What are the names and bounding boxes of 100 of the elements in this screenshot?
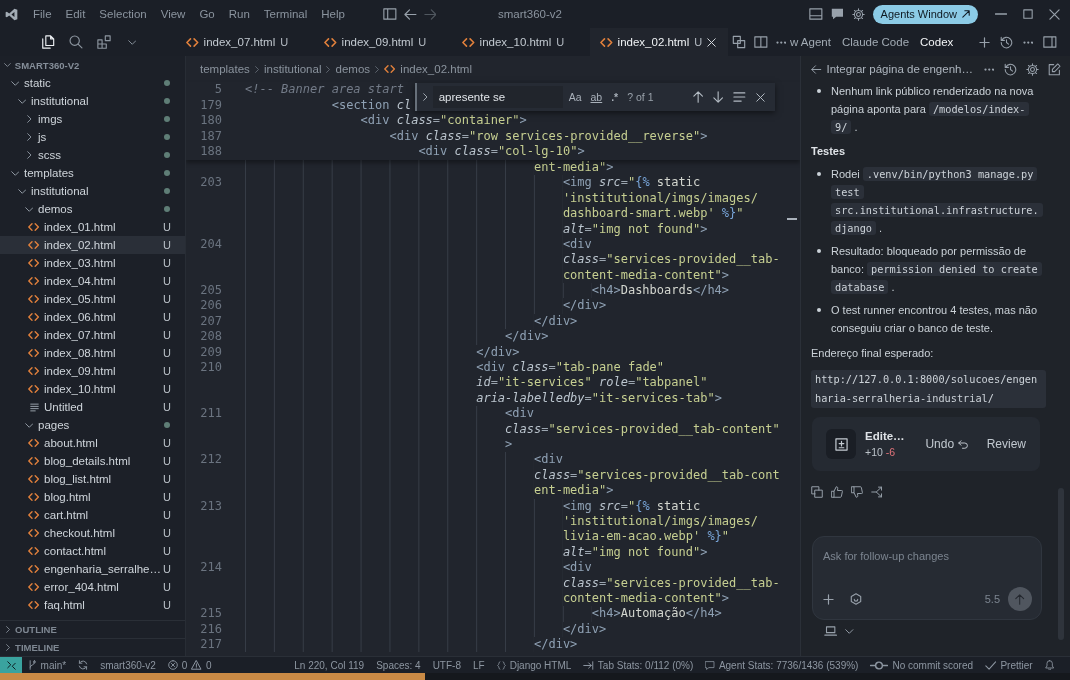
chevron-right-icon[interactable] — [423, 93, 428, 101]
status-item[interactable]: UTF-8 — [426, 659, 467, 671]
regex-toggle[interactable]: .* — [608, 90, 622, 104]
plus-icon[interactable] — [978, 36, 990, 48]
more-icon[interactable] — [775, 40, 787, 44]
commit-status[interactable]: No commit scored — [864, 659, 979, 671]
status-item[interactable]: smart360-v2 — [94, 659, 162, 671]
tree-item[interactable]: templates — [0, 164, 185, 182]
history-icon[interactable] — [1004, 62, 1018, 76]
tree-item[interactable]: index_10.html U — [0, 380, 185, 398]
chevron-down-icon[interactable] — [845, 628, 854, 634]
tree-item[interactable]: index_04.html U — [0, 272, 185, 290]
close-icon[interactable] — [1049, 8, 1060, 20]
copy-icon[interactable] — [811, 486, 823, 498]
breadcrumb-item[interactable]: demos — [335, 63, 371, 75]
panel-tab[interactable]: Codex — [920, 36, 954, 48]
status-item[interactable]: Ln 220, Col 119 — [288, 659, 371, 671]
tree-item[interactable]: cart.html U — [0, 506, 185, 524]
whole-word-toggle[interactable]: ab — [587, 90, 606, 104]
tree-item[interactable]: index_08.html U — [0, 344, 185, 362]
search-icon[interactable] — [69, 35, 83, 49]
chevron-down-icon[interactable] — [127, 39, 137, 45]
tree-item[interactable]: blog.html U — [0, 488, 185, 506]
prettier-status[interactable]: Prettier — [979, 659, 1039, 671]
close-icon[interactable] — [756, 92, 765, 102]
laptop-icon[interactable] — [824, 626, 838, 636]
menu-item[interactable]: View — [153, 8, 193, 20]
panel-toggle-icon[interactable] — [1043, 36, 1057, 48]
review-button[interactable]: Review — [980, 431, 1032, 457]
tree-item[interactable]: js — [0, 128, 185, 146]
hexagon-icon[interactable] — [850, 593, 862, 605]
menu-item[interactable]: Edit — [58, 8, 93, 20]
panel-tab[interactable]: w Agent — [790, 36, 831, 48]
edit-icon[interactable] — [1048, 62, 1062, 76]
tree-item[interactable]: imgs — [0, 110, 185, 128]
tree-item[interactable]: index_02.html U — [0, 236, 185, 254]
settings-icon[interactable] — [1026, 62, 1040, 76]
tree-item[interactable]: error_404.html U — [0, 578, 185, 596]
tab-stats-status[interactable]: Tab Stats: 0/112 (0%) — [577, 659, 700, 671]
settings-icon[interactable] — [851, 7, 865, 21]
tree-item[interactable]: contact.html U — [0, 542, 185, 560]
bell-icon[interactable] — [1044, 660, 1054, 670]
sidebar-toggle-icon[interactable] — [383, 8, 397, 20]
back-arrow-icon[interactable] — [403, 8, 417, 20]
split-editor-icon[interactable] — [754, 36, 768, 48]
model-label[interactable]: 5.5 — [984, 590, 1000, 608]
tree-item[interactable]: index_01.html U — [0, 218, 185, 236]
breadcrumb-item[interactable]: templates — [200, 63, 250, 75]
tree-item[interactable]: index_06.html U — [0, 308, 185, 326]
menu-item[interactable]: Go — [192, 8, 222, 20]
more-icon[interactable] — [1022, 40, 1034, 44]
minimize-icon[interactable] — [994, 13, 1007, 15]
problems-status[interactable]: 0 0 — [161, 659, 218, 671]
arrow-up-icon[interactable] — [692, 91, 703, 103]
breadcrumb-item[interactable]: index_02.html — [400, 63, 472, 75]
tree-item[interactable]: index_03.html U — [0, 254, 185, 272]
menu-item[interactable]: Terminal — [256, 8, 315, 20]
find-in-selection-icon[interactable] — [733, 92, 746, 102]
menu-item[interactable]: File — [26, 8, 59, 20]
tree-item[interactable]: engenharia_serralhe… U — [0, 560, 185, 578]
agents-window-button[interactable]: Agents Window — [872, 4, 978, 24]
tree-item[interactable]: scss — [0, 146, 185, 164]
tree-item[interactable]: Untitled U — [0, 398, 185, 416]
tree-item[interactable]: index_09.html U — [0, 362, 185, 380]
undo-button[interactable]: Undo — [919, 431, 975, 457]
explorer-root[interactable]: SMART360-V2 — [0, 56, 185, 74]
tree-item[interactable]: demos — [0, 200, 185, 218]
panel-toggle-icon[interactable] — [809, 8, 823, 20]
menu-item[interactable]: Selection — [92, 8, 154, 20]
status-item[interactable]: Spaces: 4 — [370, 659, 427, 671]
tree-item[interactable]: institutional — [0, 182, 185, 200]
tree-item[interactable]: blog_list.html U — [0, 470, 185, 488]
status-item[interactable]: LF — [467, 659, 491, 671]
message-input[interactable]: Ask for follow-up changes — [823, 545, 1032, 567]
language-status[interactable]: Django HTML — [490, 659, 578, 671]
history-icon[interactable] — [999, 35, 1013, 49]
sync-icon[interactable] — [78, 660, 89, 670]
editor-tab[interactable]: index_02.html U — [590, 28, 728, 56]
breadcrumb-item[interactable]: institutional — [263, 63, 322, 75]
arrow-down-icon[interactable] — [713, 91, 724, 103]
explorer-icon[interactable] — [41, 35, 55, 49]
thumbs-down-icon[interactable] — [851, 486, 863, 498]
extensions-icon[interactable] — [97, 35, 111, 49]
section-header[interactable]: OUTLINE — [0, 620, 185, 638]
tree-item[interactable]: faq.html U — [0, 596, 185, 614]
maximize-icon[interactable] — [1022, 9, 1033, 19]
tree-item[interactable]: index_05.html U — [0, 290, 185, 308]
tree-item[interactable]: pages — [0, 416, 185, 434]
more-icon[interactable] — [983, 67, 995, 71]
thumbs-up-icon[interactable] — [831, 486, 843, 498]
compare-icon[interactable] — [732, 35, 746, 49]
tree-item[interactable]: static — [0, 74, 185, 92]
match-case-toggle[interactable]: Aa — [565, 90, 585, 104]
menu-item[interactable]: Run — [221, 8, 257, 20]
plus-icon[interactable] — [823, 593, 834, 605]
chat-icon[interactable] — [830, 8, 844, 20]
tree-item[interactable]: checkout.html U — [0, 524, 185, 542]
share-icon[interactable] — [871, 486, 883, 498]
back-arrow-icon[interactable] — [811, 64, 822, 74]
panel-tab[interactable]: Claude Code — [841, 36, 910, 48]
